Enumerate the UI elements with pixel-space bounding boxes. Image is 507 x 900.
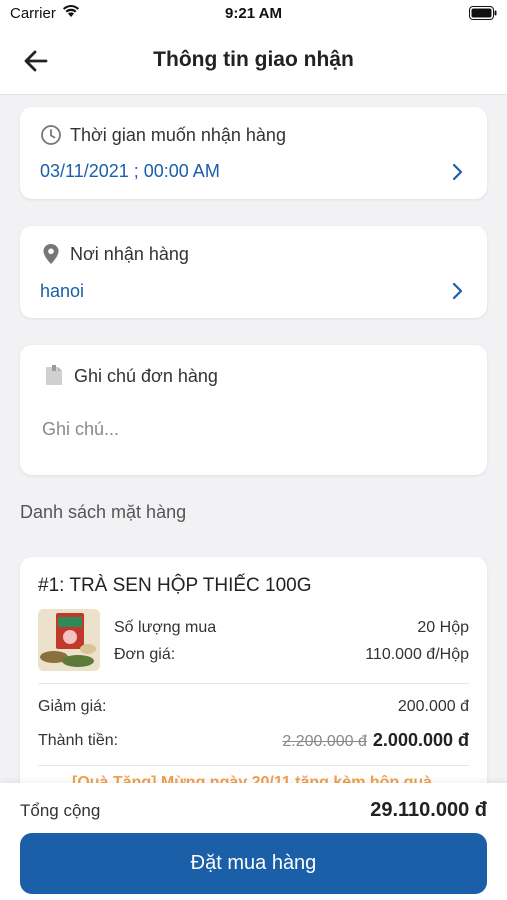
clock-icon	[41, 125, 61, 145]
original-price: 2.200.000 đ	[282, 733, 367, 750]
delivery-time-value: 03/11/2021 ; 00:00 AM	[40, 161, 220, 181]
battery-icon	[469, 6, 497, 20]
discount-value: 200.000 đ	[397, 698, 469, 715]
final-price: 2.000.000 đ	[372, 730, 469, 750]
page-title: Thông tin giao nhận	[153, 48, 354, 71]
status-bar: Carrier 9:21 AM	[0, 0, 507, 28]
chevron-right-icon	[452, 163, 463, 181]
subtotal-label: Thành tiền:	[38, 732, 119, 749]
order-note-label: Ghi chú đơn hàng	[74, 366, 218, 386]
status-time: 9:21 AM	[225, 5, 282, 22]
checkout-bar: Tổng cộng 29.110.000 đ Đặt mua hàng	[0, 783, 507, 900]
chevron-right-icon	[452, 282, 463, 300]
quantity-label: Số lượng mua	[114, 619, 217, 636]
total-label: Tổng cộng	[20, 801, 101, 820]
navigation-bar: Thông tin giao nhận	[0, 28, 507, 95]
product-name: #1: TRÀ SEN HỘP THIẾC 100G	[38, 575, 312, 596]
location-pin-icon	[43, 244, 59, 264]
delivery-time-card[interactable]: Thời gian muốn nhận hàng 03/11/2021 ; 00…	[20, 107, 487, 199]
order-note-input[interactable]	[40, 418, 464, 441]
delivery-place-value: hanoi	[40, 281, 85, 301]
subtotal-prices: 2.200.000 đ 2.000.000 đ	[282, 730, 469, 751]
note-icon	[46, 365, 62, 385]
delivery-time-label: Thời gian muốn nhận hàng	[70, 125, 286, 145]
delivery-place-card[interactable]: Nơi nhận hàng hanoi	[20, 226, 487, 318]
product-card: #1: TRÀ SEN HỘP THIẾC 100G Số lượng mua …	[20, 557, 487, 797]
unit-price-value: 110.000 đ/Hộp	[365, 646, 469, 663]
divider	[38, 683, 469, 684]
total-value: 29.110.000 đ	[370, 799, 487, 821]
order-note-card: Ghi chú đơn hàng	[20, 345, 487, 475]
divider	[38, 765, 469, 766]
place-order-button[interactable]: Đặt mua hàng	[20, 833, 487, 894]
discount-label: Giảm giá:	[38, 698, 107, 715]
delivery-place-label: Nơi nhận hàng	[70, 244, 189, 264]
product-image	[38, 609, 100, 671]
items-section-title: Danh sách mặt hàng	[20, 502, 187, 522]
quantity-value: 20 Hộp	[417, 619, 469, 636]
unit-price-label: Đơn giá:	[114, 646, 176, 663]
